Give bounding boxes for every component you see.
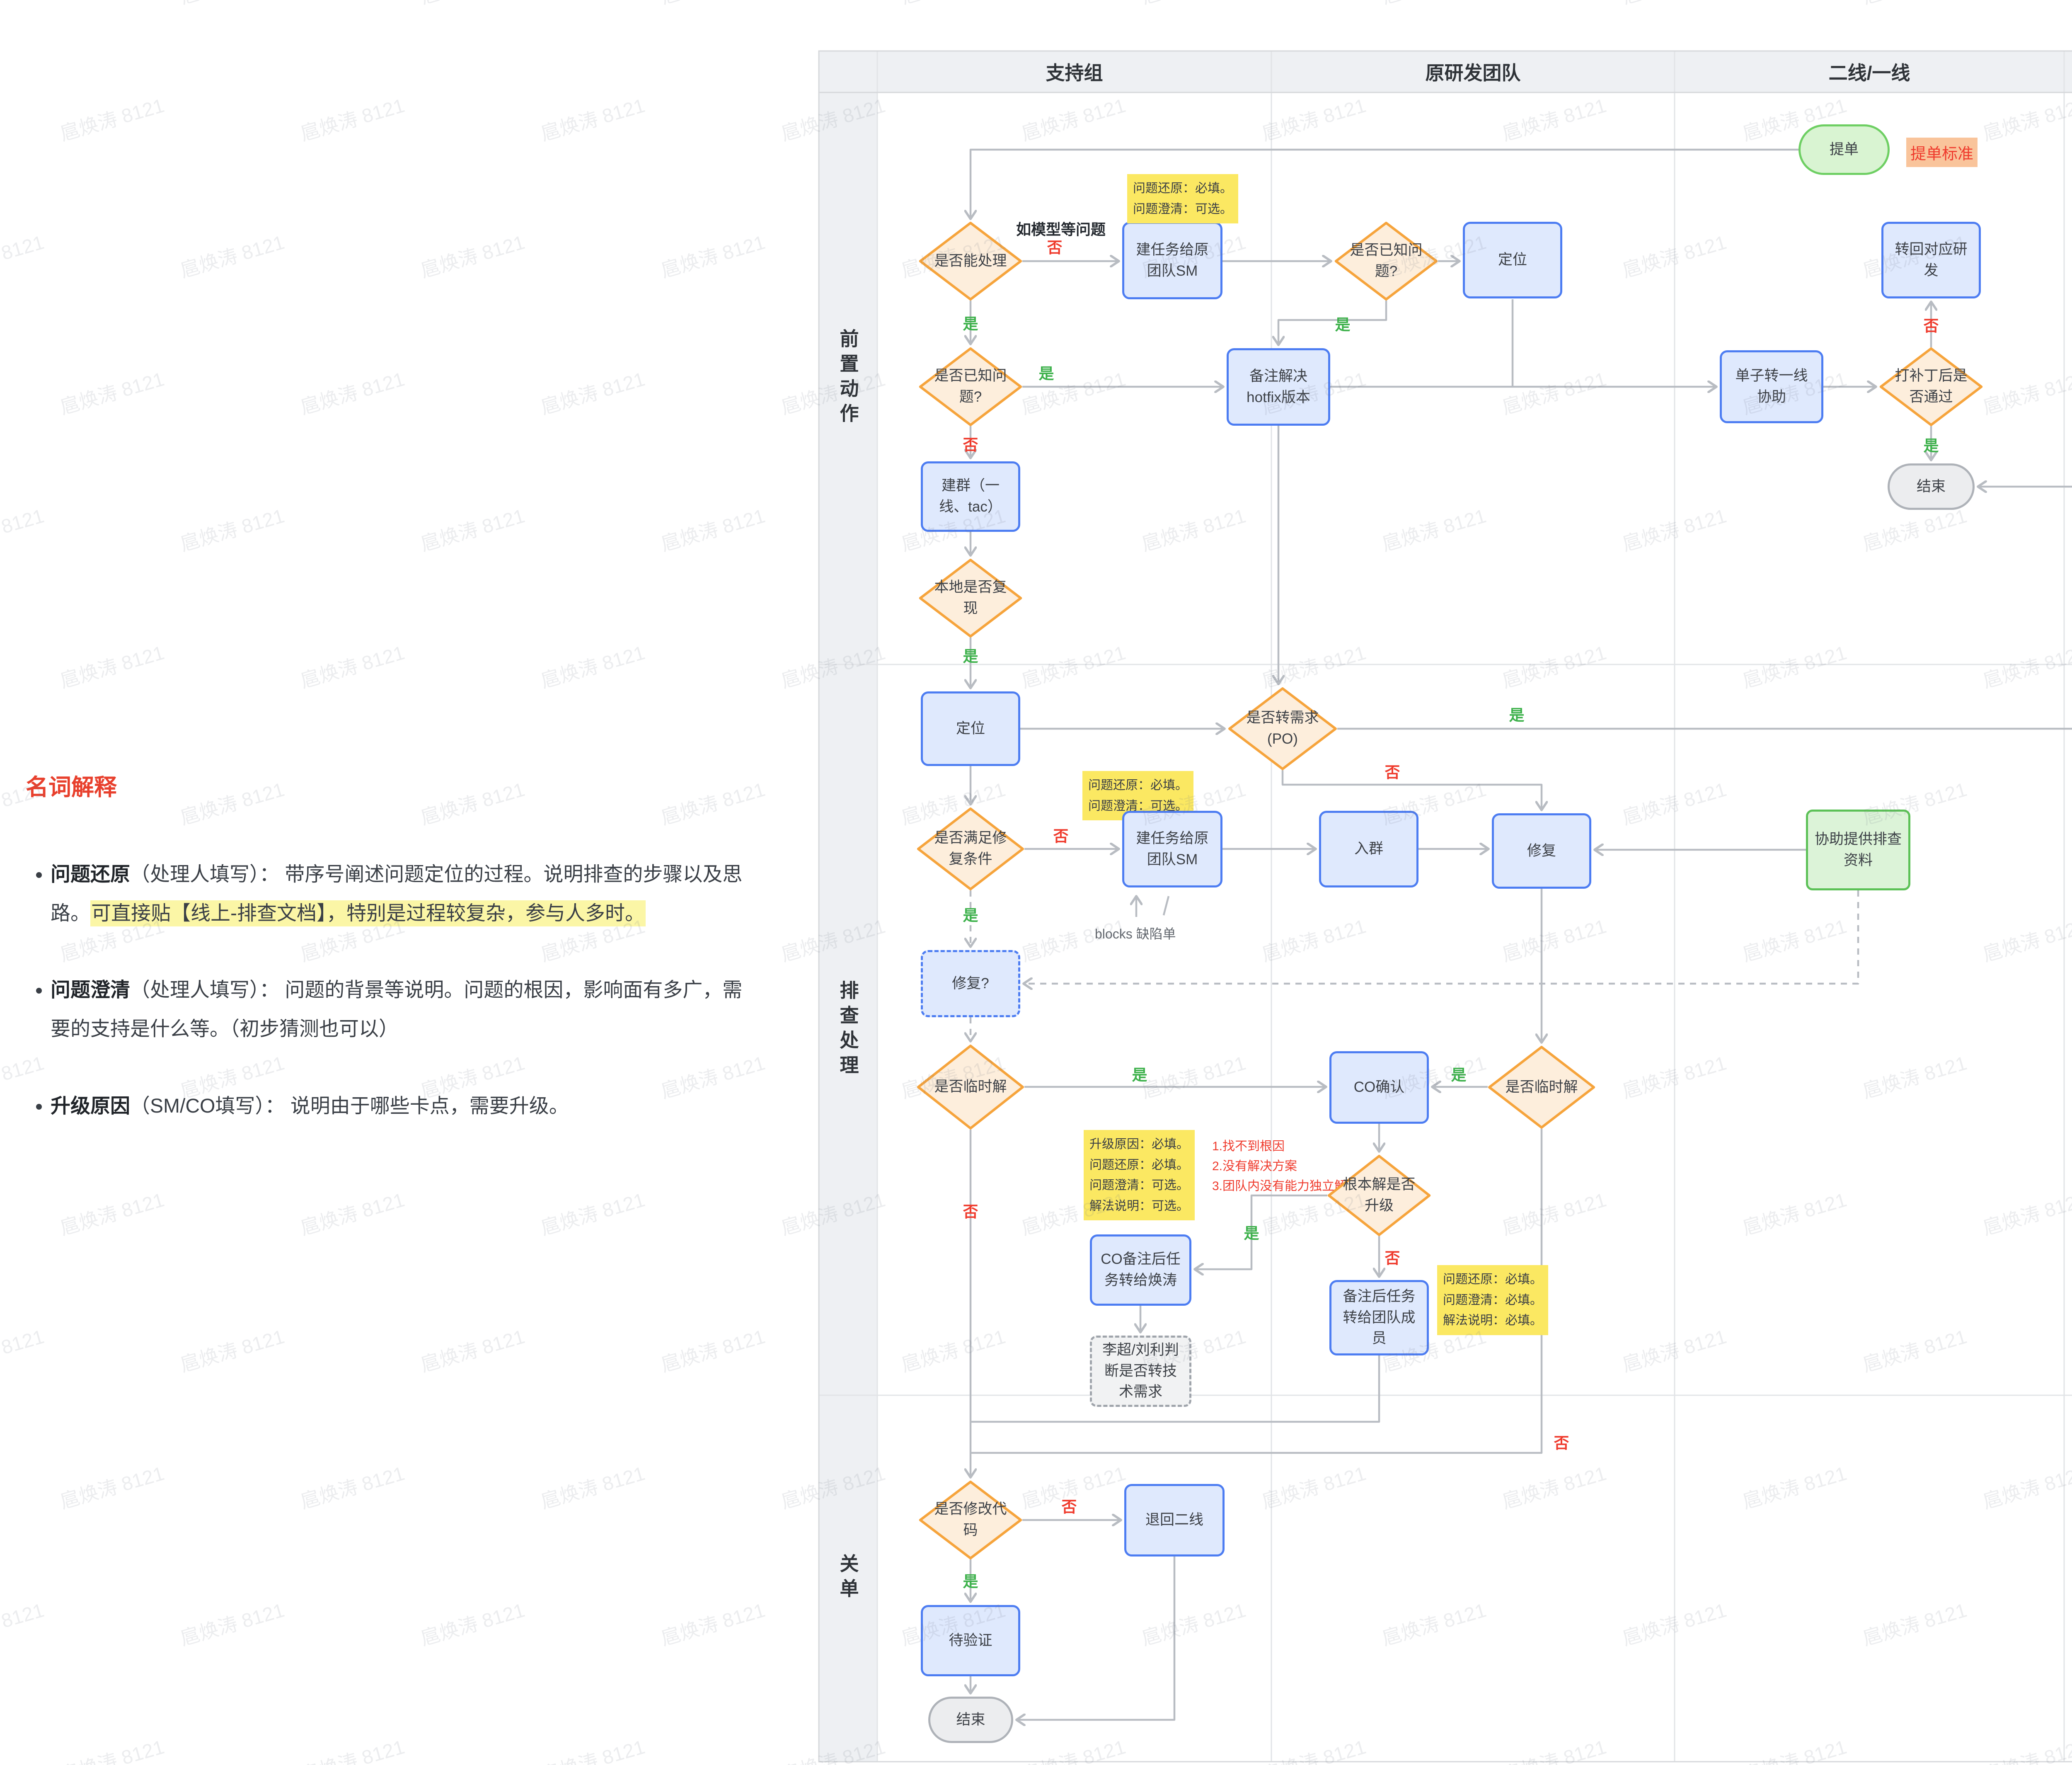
edge-label-no: 否 <box>1062 1494 1077 1517</box>
process-locate-2[interactable]: 定位 <box>921 691 1020 766</box>
edge-label-no: 否 <box>1053 824 1069 846</box>
end-node-2[interactable]: 结束 <box>928 1697 1013 1743</box>
edge-label-yes: 是 <box>963 1569 978 1591</box>
note-line: 1.找不到根因 <box>1212 1137 1359 1156</box>
process-to-verify[interactable]: 待验证 <box>921 1605 1020 1676</box>
process-back-to-dev[interactable]: 转回对应研发 <box>1881 222 1981 298</box>
decision-label: 是否转需求(PO) <box>1242 708 1323 750</box>
edge-label-yes: 是 <box>963 311 978 334</box>
edge-label-yes: 是 <box>1509 703 1525 725</box>
decision-label: 是否临时解 <box>934 1076 1007 1098</box>
process-locate-1[interactable]: 定位 <box>1463 222 1562 298</box>
edge-label-yes: 是 <box>963 903 978 925</box>
edge-label-yes: 是 <box>963 644 978 666</box>
process-join-group[interactable]: 入群 <box>1319 811 1418 887</box>
note-line: 问题澄清：可选。 <box>1133 199 1232 220</box>
note-line: 问题还原：必填。 <box>1133 178 1232 199</box>
process-note-transfer-team[interactable]: 备注后任务转给团队成员 <box>1329 1280 1429 1355</box>
decision-known-issue-2[interactable]: 是否已知问题? <box>919 347 1022 426</box>
note-ticket-standard: 提单标准 <box>1906 138 1978 167</box>
decision-root-fix-upgrade[interactable]: 根本解是否升级 <box>1327 1155 1431 1236</box>
process-transfer-first-line[interactable]: 单子转一线协助 <box>1720 350 1823 423</box>
note-line: 问题还原：必填。 <box>1089 1155 1189 1176</box>
decision-label: 是否修改代码 <box>933 1499 1008 1541</box>
decision-label: 是否已知问题? <box>1348 240 1424 282</box>
edge-label-yes: 是 <box>1451 1062 1467 1085</box>
note-fields-1: 问题还原：必填。 问题澄清：可选。 <box>1127 174 1238 223</box>
note-upgrade-fields: 升级原因：必填。 问题还原：必填。 问题澄清：可选。 解法说明：可选。 <box>1084 1130 1195 1220</box>
decision-temp-fix-left[interactable]: 是否临时解 <box>917 1045 1024 1130</box>
decision-label: 是否已知问题? <box>933 366 1008 408</box>
decision-can-handle[interactable]: 是否能处理 <box>919 222 1022 301</box>
note-blocks-defect: blocks 缺陷单 <box>1095 924 1176 943</box>
decision-temp-fix-right[interactable]: 是否临时解 <box>1488 1046 1595 1129</box>
decision-label: 本地是否复现 <box>933 577 1008 619</box>
process-hotfix-version[interactable]: 备注解决hotfix版本 <box>1227 348 1330 426</box>
edge-label-no: 否 <box>1924 313 1939 336</box>
note-fields-3: 问题还原：必填。 问题澄清：必填。 解法说明：必填。 <box>1437 1265 1548 1335</box>
edge-label-no: 否 <box>1385 1246 1400 1268</box>
process-back-second-line[interactable]: 退回二线 <box>1124 1484 1225 1556</box>
connector-layer <box>0 0 2072 1765</box>
decision-known-issue-1[interactable]: 是否已知问题? <box>1334 222 1438 301</box>
process-create-task-sm-1[interactable]: 建任务给原团队SM <box>1122 222 1222 299</box>
process-create-task-sm-2[interactable]: 建任务给原团队SM <box>1122 811 1222 887</box>
decision-label: 是否能处理 <box>934 251 1007 272</box>
decision-label: 是否满足修复条件 <box>931 828 1010 870</box>
process-co-confirm[interactable]: CO确认 <box>1329 1051 1429 1124</box>
flowchart-canvas: 支持组 原研发团队 二线/一线 PO 前置动作 排查处理 关单 提单 提单标准 … <box>0 0 2072 1765</box>
process-create-group[interactable]: 建群（一线、tac） <box>921 461 1020 532</box>
decision-label: 打补丁后是否通过 <box>1893 366 1969 408</box>
decision-modify-code[interactable]: 是否修改代码 <box>919 1481 1022 1559</box>
edge-label-yes: 是 <box>1132 1062 1147 1085</box>
note-line: 问题澄清：可选。 <box>1089 1175 1189 1196</box>
note-line: 问题还原：必填。 <box>1088 775 1188 796</box>
note-line: 问题澄清：必填。 <box>1443 1290 1542 1311</box>
process-fix[interactable]: 修复 <box>1492 813 1591 889</box>
edge-label-no: 否 <box>963 432 978 455</box>
decision-patch-pass[interactable]: 打补丁后是否通过 <box>1879 347 1983 426</box>
process-judge-tech-demand[interactable]: 李超/刘利判断是否转技术需求 <box>1090 1336 1191 1407</box>
edge-label-yes: 是 <box>1924 433 1939 456</box>
edge-label-yes: 是 <box>1335 312 1351 335</box>
edge-label-yes: 是 <box>1039 361 1054 383</box>
decision-label: 根本解是否升级 <box>1341 1174 1417 1217</box>
edge-label-no: 否 <box>1385 760 1400 782</box>
decision-label: 是否临时解 <box>1505 1077 1578 1098</box>
process-assist-materials[interactable]: 协助提供排查资料 <box>1806 810 1910 890</box>
edge-label-no: 否 <box>963 1199 978 1222</box>
note-line: 升级原因：必填。 <box>1089 1134 1189 1155</box>
note-line: 问题还原：必填。 <box>1443 1269 1542 1290</box>
note-line: 解法说明：可选。 <box>1089 1196 1189 1217</box>
decision-meet-fix-condition[interactable]: 是否满足修复条件 <box>917 807 1024 890</box>
edge-label-no: 否 <box>1554 1430 1569 1453</box>
process-fixed-question[interactable]: 修复? <box>921 950 1020 1017</box>
start-node-submit-ticket[interactable]: 提单 <box>1798 124 1890 175</box>
end-node-1[interactable]: 结束 <box>1888 463 1975 510</box>
note-line: 解法说明：必填。 <box>1443 1310 1542 1331</box>
process-co-note-transfer[interactable]: CO备注后任务转给焕涛 <box>1090 1234 1191 1306</box>
decision-local-repro[interactable]: 本地是否复现 <box>919 559 1022 638</box>
decision-to-demand-po[interactable]: 是否转需求(PO) <box>1228 687 1337 770</box>
edge-label-no: 否 <box>1047 235 1063 257</box>
edge-label-yes: 是 <box>1244 1221 1259 1243</box>
